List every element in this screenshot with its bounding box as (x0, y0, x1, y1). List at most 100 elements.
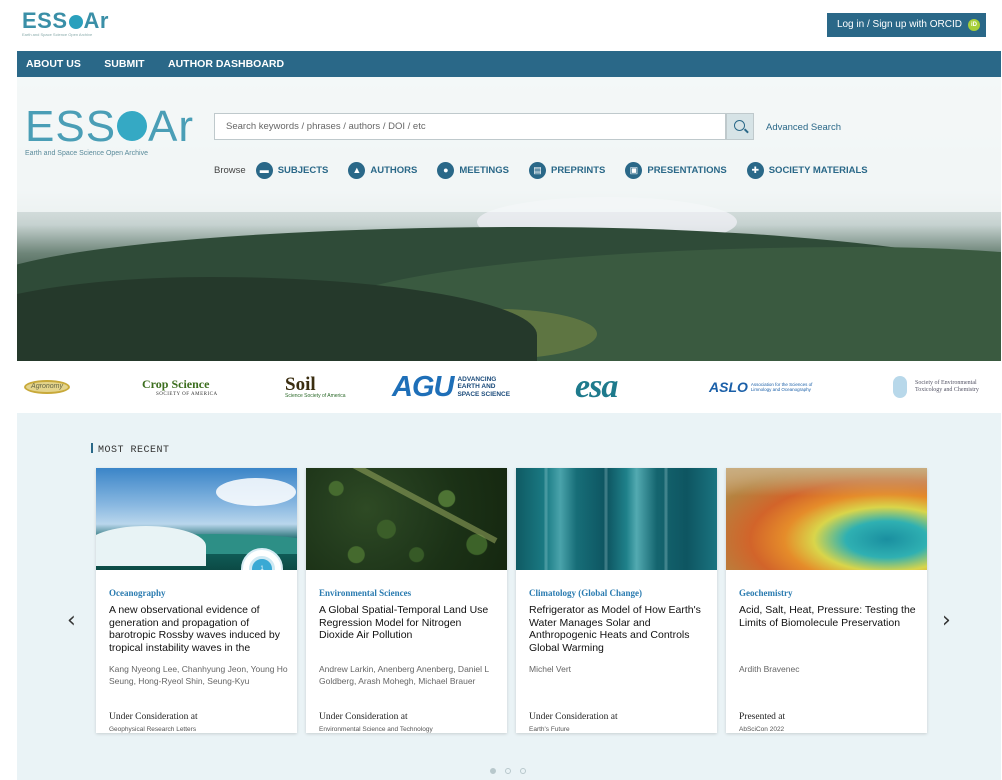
soil-science-title: Soil (285, 373, 316, 395)
meeting-icon: ● (437, 161, 455, 179)
card-status: Presented at (739, 712, 786, 722)
card-subject[interactable]: Oceanography (109, 588, 166, 598)
orcid-icon: iD (968, 19, 980, 31)
card-title[interactable]: A new observational evidence of generati… (109, 604, 289, 654)
logo-wordmark: ESS Ar (22, 8, 109, 33)
browse-society-materials[interactable]: ✚ SOCIETY MATERIALS (746, 161, 868, 179)
agu-tagline: ADVANCING EARTH AND SPACE SCIENCE (457, 376, 510, 399)
card-image-ice (516, 468, 717, 570)
search-icon-handle (744, 128, 749, 134)
card-subject[interactable]: Geochemistry (739, 588, 792, 598)
browse-item-label: SOCIETY MATERIALS (768, 164, 868, 176)
browse-item-label: MEETINGS (459, 164, 509, 176)
main-nav: ABOUT US SUBMIT AUTHOR DASHBOARD (17, 51, 1001, 77)
logo-dot (68, 15, 83, 29)
most-recent-section: MOST RECENT ‹ › 1 Oceanography A new obs… (17, 413, 1001, 780)
essoar-logo-large[interactable]: ESS Ar Earth and Space Science Open Archi… (25, 102, 195, 158)
esa-logo[interactable]: esa (575, 368, 618, 405)
image-rim (726, 468, 927, 496)
top-bar: ESS Ar Earth and Space Science Open Archi… (0, 0, 1002, 50)
card-status: Under Consideration at (319, 712, 408, 722)
aslo-logo[interactable]: ASLO Association for the Sciences of Lim… (709, 371, 812, 403)
preprint-card[interactable]: Geochemistry Acid, Salt, Heat, Pressure:… (726, 468, 927, 733)
setac-text-2: Toxicology and Chemistry (915, 387, 979, 393)
graduation-cap-icon: ▲ (348, 161, 366, 179)
card-authors: Michel Vert (529, 664, 572, 674)
version-badge-number: 1 (249, 556, 275, 570)
section-title-text: MOST RECENT (98, 445, 170, 456)
setac-text: Society of Environmental Toxicology and … (915, 380, 979, 394)
nav-about-us[interactable]: ABOUT US (26, 51, 81, 77)
login-orcid-button[interactable]: Log in / Sign up with ORCID iD (826, 13, 986, 37)
advanced-search-link[interactable]: Advanced Search (766, 122, 841, 133)
crop-science-sub: SOCIETY OF AMERICA (156, 392, 218, 397)
carousel-prev-arrow[interactable]: ‹ (67, 608, 76, 633)
carousel-dot[interactable] (505, 768, 511, 774)
aslo-tagline-2: Limnology and Oceanography (750, 387, 811, 392)
card-image-forest (306, 468, 507, 570)
browse-presentations[interactable]: ▣ PRESENTATIONS (625, 161, 727, 179)
image-wave (96, 526, 206, 566)
crop-science-title: Crop Science (142, 377, 210, 391)
setac-logo[interactable]: Society of Environmental Toxicology and … (893, 371, 979, 403)
browse-item-label: PREPRINTS (550, 164, 606, 176)
card-subject[interactable]: Environmental Sciences (319, 588, 411, 598)
card-status: Under Consideration at (109, 712, 198, 722)
preprint-card[interactable]: Climatology (Global Change) Refrigerator… (516, 468, 717, 733)
browse-meetings[interactable]: ● MEETINGS (437, 161, 509, 179)
preprint-card[interactable]: 1 Oceanography A new observational evide… (96, 468, 297, 733)
agu-tagline-1: ADVANCING (457, 375, 497, 383)
card-title[interactable]: Refrigerator as Model of How Earth's Wat… (529, 604, 709, 654)
browse-label: Browse (214, 164, 246, 176)
card-image-hot-spring (726, 468, 927, 570)
image-cloud (216, 478, 296, 506)
nav-submit[interactable]: SUBMIT (104, 51, 144, 77)
crop-science-logo[interactable]: Crop Science SOCIETY OF AMERICA (142, 371, 218, 403)
agu-logo[interactable]: AGU ADVANCING EARTH AND SPACE SCIENCE (392, 371, 510, 403)
card-authors: Ardith Bravenec (739, 664, 800, 674)
logo-dot (117, 111, 148, 141)
essoar-logo-small[interactable]: ESS Ar Earth and Space Science Open Archi… (22, 8, 109, 37)
preprint-card[interactable]: Environmental Sciences A Global Spatial-… (306, 468, 507, 733)
card-subject[interactable]: Climatology (Global Change) (529, 588, 642, 598)
search-button[interactable] (726, 113, 754, 140)
hero-banner: ESS Ar Earth and Space Science Open Archi… (17, 77, 1001, 361)
browse-preprints[interactable]: ▤ PREPRINTS (528, 161, 606, 179)
card-venue: Earth's Future (529, 726, 570, 733)
carousel-dot[interactable] (520, 768, 526, 774)
partner-logos: Agronomy Crop Science SOCIETY OF AMERICA… (17, 361, 1001, 413)
browse-authors[interactable]: ▲ AUTHORS (348, 161, 418, 179)
logo-wordmark: ESS Ar (25, 102, 195, 151)
card-image-ocean-wave: 1 (96, 468, 297, 570)
agronomy-logo-mark: Agronomy (24, 380, 70, 394)
logo-subtitle: Earth and Space Science Open Archive (25, 150, 148, 157)
soil-science-logo[interactable]: Soil Science Society of America (285, 371, 346, 403)
carousel-pagination (490, 768, 526, 774)
card-venue: AbSciCon 2022 (739, 726, 785, 733)
card-title[interactable]: A Global Spatial-Temporal Land Use Regre… (319, 604, 499, 642)
card-venue: Geophysical Research Letters (109, 726, 197, 733)
page: ESS Ar Earth and Space Science Open Archi… (0, 0, 1002, 780)
society-icon: ✚ (746, 161, 764, 179)
agronomy-logo[interactable]: Agronomy (24, 371, 70, 403)
carousel-next-arrow[interactable]: › (942, 608, 951, 633)
agu-tagline-2: EARTH AND (457, 383, 496, 391)
card-title[interactable]: Acid, Salt, Heat, Pressure: Testing the … (739, 604, 919, 629)
section-title: MOST RECENT (91, 443, 170, 456)
search-input[interactable] (214, 113, 726, 140)
browse-item-label: SUBJECTS (277, 164, 329, 176)
browse-subjects[interactable]: ▬ SUBJECTS (255, 161, 329, 179)
image-frost (516, 468, 717, 570)
browse-item-label: AUTHORS (370, 164, 418, 176)
nav-author-dashboard[interactable]: AUTHOR DASHBOARD (168, 51, 284, 77)
login-label: Log in / Sign up with ORCID (836, 19, 962, 30)
document-icon: ▤ (528, 161, 546, 179)
soil-science-sub: Science Society of America (285, 392, 346, 399)
card-status: Under Consideration at (529, 712, 618, 722)
browse-item-label: PRESENTATIONS (647, 164, 727, 176)
setac-mark (893, 376, 907, 398)
browse-bar: Browse ▬ SUBJECTS ▲ AUTHORS ● MEETINGS ▤… (214, 160, 888, 180)
carousel-dot[interactable] (490, 768, 496, 774)
card-authors: Kang Nyeong Lee, Chanhyung Jeon, Young H… (109, 664, 288, 686)
aslo-wordmark: ASLO (709, 379, 748, 395)
